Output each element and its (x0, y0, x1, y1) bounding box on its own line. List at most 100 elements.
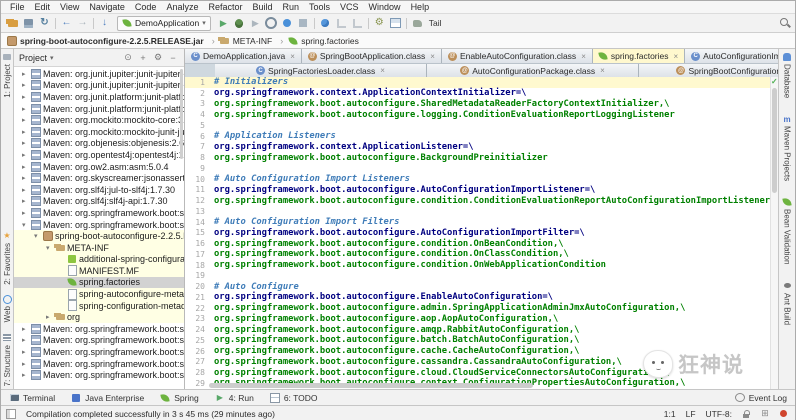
breadcrumb-item[interactable]: spring-boot-autoconfigure-2.2.5.RELEASE.… (7, 36, 220, 46)
tree-row[interactable]: Maven: org.junit.jupiter:junit-jupiter-e… (14, 68, 184, 80)
chevron-icon[interactable] (22, 348, 29, 356)
tree-row[interactable]: Maven: org.junit.platform:junit-platform… (14, 91, 184, 103)
gear-icon[interactable]: ⚙ (152, 52, 164, 63)
chevron-icon[interactable] (34, 232, 41, 240)
close-tab-icon[interactable] (430, 52, 435, 61)
tree-row[interactable]: spring-autoconfigure-metadat (14, 288, 184, 300)
tree-row[interactable]: Maven: org.springframework.boot:sprin (14, 358, 184, 370)
menu-item[interactable]: Build (247, 2, 277, 12)
tree-row[interactable]: Maven: org.ow2.asm:asm:5.0.4 (14, 161, 184, 173)
menu-item[interactable]: Window (364, 2, 406, 12)
editor-tab[interactable]: spring.factories (593, 49, 685, 63)
menu-item[interactable]: VCS (335, 2, 364, 12)
chevron-icon[interactable] (22, 360, 29, 368)
restore-layout-icon[interactable] (334, 16, 349, 30)
menu-item[interactable]: Refactor (203, 2, 247, 12)
open-project-icon[interactable] (5, 16, 20, 30)
tree-row[interactable]: org (14, 311, 184, 323)
menu-item[interactable]: Analyze (161, 2, 203, 12)
forward-icon[interactable] (75, 16, 90, 30)
project-panel-title[interactable]: Project (19, 53, 47, 63)
tree-row[interactable]: spring-configuration-metadata (14, 300, 184, 312)
chevron-icon[interactable] (22, 163, 29, 171)
chevron-icon[interactable] (22, 325, 29, 333)
file-encoding[interactable]: UTF-8: (706, 409, 732, 419)
tree-row[interactable]: spring.factories (14, 277, 184, 289)
tree-row[interactable]: additional-spring-configuratio (14, 254, 184, 266)
editor-tab[interactable]: SpringBootApplication.class (302, 49, 442, 63)
horizontal-scroll-thumb[interactable] (209, 383, 533, 388)
close-tab-icon[interactable] (380, 66, 385, 75)
tool-window-button[interactable]: Java Enterprise (71, 393, 144, 403)
editor-tab[interactable]: AutoConfigurationImportSelector.class (685, 49, 778, 63)
tail-icon[interactable] (410, 16, 425, 30)
line-separator[interactable]: LF (686, 409, 696, 419)
find-icon[interactable] (318, 16, 333, 30)
expand-all-icon[interactable]: + (137, 53, 149, 63)
close-tab-icon[interactable] (600, 66, 605, 75)
tool-window-button[interactable]: 4: Run (215, 393, 254, 403)
tree-row[interactable]: Maven: org.mockito:mockito-junit-jupiter (14, 126, 184, 138)
menu-item[interactable]: Help (406, 2, 435, 12)
tree-row[interactable]: MANIFEST.MF (14, 265, 184, 277)
compile-icon[interactable] (97, 16, 112, 30)
vertical-scroll-thumb[interactable] (772, 88, 777, 193)
profiler-icon[interactable] (264, 16, 279, 30)
notifications-icon[interactable] (780, 410, 787, 417)
tree-row[interactable]: META-INF (14, 242, 184, 254)
tree-row[interactable]: spring-boot-autoconfigure-2.2.5.RELE (14, 230, 184, 242)
back-icon[interactable] (59, 16, 74, 30)
menu-item[interactable]: Code (130, 2, 162, 12)
tree-row[interactable]: Maven: org.mockito:mockito-core:3.1.0 (14, 114, 184, 126)
menu-item[interactable]: Edit (30, 2, 56, 12)
editor-horizontal-scrollbar[interactable] (209, 383, 768, 388)
close-tab-icon[interactable] (581, 52, 586, 61)
chevron-icon[interactable] (22, 209, 29, 217)
chevron-icon[interactable] (22, 116, 29, 124)
chevron-icon[interactable] (22, 336, 29, 344)
indent-grid-icon[interactable] (760, 409, 770, 419)
editor-tab[interactable]: SpringBootConfiguration.class (639, 64, 778, 77)
tool-window-button[interactable]: Ant Build (782, 281, 792, 325)
attach-icon[interactable] (280, 16, 295, 30)
project-tree-scrollbar[interactable] (180, 69, 183, 159)
tree-row[interactable]: Maven: org.springframework.boot:sprin (14, 323, 184, 335)
chevron-icon[interactable] (22, 81, 29, 89)
chevron-icon[interactable] (22, 186, 29, 194)
run-icon[interactable] (216, 16, 231, 30)
tree-row[interactable]: Maven: org.junit.platform:junit-platform… (14, 103, 184, 115)
chevron-icon[interactable] (46, 244, 53, 252)
tree-row[interactable]: Maven: org.junit.jupiter:junit-jupiter-p… (14, 80, 184, 92)
tool-window-button[interactable]: 6: TODO (270, 393, 318, 403)
menu-item[interactable]: Navigate (84, 2, 130, 12)
chevron-icon[interactable] (22, 151, 29, 159)
tree-row[interactable]: Maven: org.springframework.boot:sprin (14, 335, 184, 347)
close-tab-icon[interactable] (674, 52, 679, 61)
chevron-icon[interactable] (22, 139, 29, 147)
debug-icon[interactable] (232, 16, 247, 30)
locate-file-icon[interactable]: ⊙ (122, 52, 134, 63)
tree-row[interactable]: Maven: org.skyscreamer:jsonassert:1.5.0 (14, 172, 184, 184)
run-configuration-select[interactable]: DemoApplication ▾ (117, 16, 211, 31)
changes-icon[interactable] (388, 16, 403, 30)
stop-icon[interactable] (296, 16, 311, 30)
workspace-icon[interactable] (6, 409, 16, 419)
code-editor[interactable]: 1 # Initializers 2 org.springframework.c… (185, 77, 778, 389)
breadcrumb-item[interactable]: spring.factories (288, 36, 362, 46)
tree-row[interactable]: Maven: org.slf4j:jul-to-slf4j:1.7.30 (14, 184, 184, 196)
caret-position[interactable]: 1:1 (664, 409, 676, 419)
tool-window-button[interactable]: Bean Validation (782, 197, 792, 264)
tail-plugin-label[interactable]: Tail (429, 18, 442, 28)
project-tree[interactable]: Maven: org.junit.jupiter:junit-jupiter-e… (14, 67, 184, 389)
hide-panel-icon[interactable]: − (167, 53, 179, 63)
coverage-icon[interactable] (248, 16, 263, 30)
tree-row[interactable]: Maven: org.objenesis:objenesis:2.6 (14, 138, 184, 150)
menu-item[interactable]: Run (278, 2, 305, 12)
editor-tab[interactable]: SpringFactoriesLoader.class (215, 64, 427, 77)
sync-icon[interactable] (37, 16, 52, 30)
tree-row[interactable]: Maven: org.opentest4j:opentest4j:1.2.0 (14, 149, 184, 161)
tree-row[interactable]: Maven: org.springframework.boot:sprin (14, 207, 184, 219)
tool-window-button[interactable]: Terminal (9, 393, 55, 403)
save-all-icon[interactable] (21, 16, 36, 30)
restore-layout-2-icon[interactable] (350, 16, 365, 30)
